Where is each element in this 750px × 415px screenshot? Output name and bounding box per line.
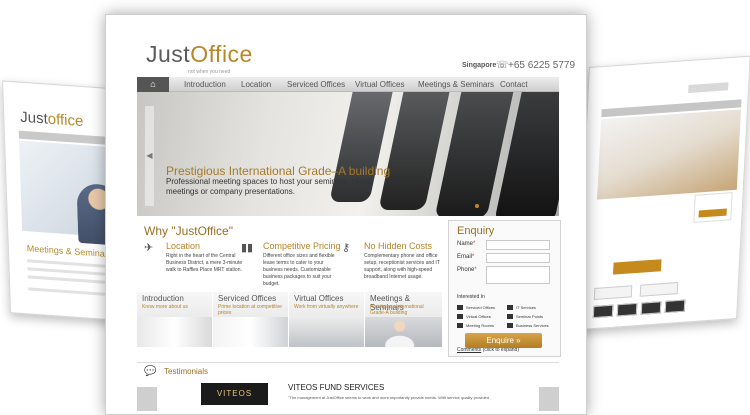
tile-meetings-seminars[interactable]: Meetings & Seminars Prestigious Internat… [365, 292, 443, 347]
email-label: Email* [457, 254, 475, 260]
speech-bubble-icon: 💬 [144, 366, 157, 377]
region-label: Singapore [462, 62, 497, 69]
nav-item-serviced-offices[interactable]: Serviced Offices [287, 77, 345, 92]
nav-item-meetings-seminars[interactable]: Meetings & Seminars [418, 77, 494, 92]
right-preview-box [592, 304, 614, 319]
tile-description: Prestigious International Grade-A buildi… [370, 304, 424, 316]
right-preview-header [688, 82, 729, 94]
client-name: VITEOS FUND SERVICES [288, 383, 385, 392]
name-label: Name* [457, 241, 476, 247]
option-seminar-points[interactable]: Seminar Points [507, 314, 543, 320]
bar-chart-icon: ▮▮ [241, 242, 254, 254]
checkbox-icon[interactable] [507, 314, 513, 320]
tile-image [289, 317, 364, 347]
phone-number[interactable]: +65 6225 5779 [508, 60, 575, 71]
hero-description: Professional meeting spaces to host your… [166, 177, 371, 196]
option-it-services[interactable]: IT Services [507, 305, 536, 311]
right-preview-box [640, 301, 662, 315]
nav-item-virtual-offices[interactable]: Virtual Offices [355, 77, 405, 92]
checkbox-icon[interactable] [457, 314, 463, 320]
tile-title: Serviced Offices [218, 294, 277, 303]
right-preview-hero [596, 109, 741, 200]
nav-item-contact[interactable]: Contact [500, 77, 528, 92]
checkbox-icon[interactable] [507, 305, 513, 311]
right-preview-box [664, 299, 686, 314]
client-logo: VITEOS [201, 383, 268, 405]
left-preview-heading: Meetings & Seminars [26, 243, 113, 260]
option-meeting-rooms[interactable]: Meeting Rooms [457, 323, 494, 329]
phone-label: Phone* [457, 267, 477, 273]
nav-item-location[interactable]: Location [241, 77, 271, 92]
key-icon: ⚷ [342, 242, 351, 254]
option-business-services[interactable]: Business Services [507, 323, 549, 329]
tile-introduction[interactable]: Introduction Know more about us [137, 292, 213, 347]
hero-slide-indicator[interactable] [475, 204, 479, 208]
left-preview-logo: Justoffice [19, 108, 84, 131]
site-tagline: not when you need [188, 69, 231, 75]
enquiry-title: Enquiry [457, 225, 495, 237]
feature-title: Location [166, 241, 201, 251]
tile-title: Introduction [142, 294, 184, 303]
tile-image [365, 317, 442, 347]
testimonial-next-arrow[interactable] [539, 387, 559, 411]
right-preview-box [616, 302, 638, 317]
home-icon[interactable]: ⌂ [137, 77, 169, 92]
right-preview-box [593, 285, 633, 301]
tile-image [137, 317, 212, 347]
right-preview-logo-box [612, 259, 662, 275]
feature-description: Complementary phone and office setup, re… [364, 253, 440, 280]
site-logo[interactable]: JustOffice [146, 41, 253, 68]
option-serviced-offices[interactable]: Serviced Offices [457, 305, 495, 311]
feature-description: Right in the heart of the Central Busine… [166, 253, 243, 273]
main-nav: ⌂ Introduction Location Serviced Offices… [137, 77, 559, 92]
right-preview-box [639, 282, 679, 297]
testimonial-prev-arrow[interactable] [137, 387, 157, 411]
nav-item-introduction[interactable]: Introduction [184, 77, 226, 92]
hero-banner: ◀ Prestigious International Grade–A buil… [137, 92, 559, 216]
checkbox-icon[interactable] [457, 323, 463, 329]
checkbox-icon[interactable] [507, 323, 513, 329]
name-field[interactable] [486, 240, 550, 250]
location-icon: ✈ [144, 242, 154, 254]
why-section-title: Why "JustOffice" [144, 224, 233, 238]
option-virtual-offices[interactable]: Virtual Offices [457, 314, 491, 320]
phone-field[interactable] [486, 266, 550, 284]
right-preview-page [575, 55, 750, 331]
feature-title: No Hidden Costs [364, 241, 433, 251]
feature-description: Different office sizes and flexible leas… [263, 253, 335, 287]
tile-description: Know more about us [142, 304, 188, 310]
enquire-button[interactable]: Enquire » [465, 333, 542, 348]
tile-description: Prime location at competitive prices [218, 304, 282, 316]
hero-title: Prestigious International Grade–A buildi… [166, 164, 391, 178]
email-field[interactable] [486, 253, 550, 263]
divider [137, 362, 559, 363]
main-page: JustOffice not when you need Singapore ☏… [105, 14, 587, 415]
feature-title: Competitive Pricing [263, 241, 341, 251]
interested-label: Interested In [457, 294, 485, 300]
tile-virtual-offices[interactable]: Virtual Offices Work from virtually anyw… [289, 292, 365, 347]
tile-title: Virtual Offices [294, 294, 344, 303]
tile-image [213, 317, 288, 347]
tile-description: Work from virtually anywhere [294, 304, 359, 310]
testimonials-title: Testimonials [164, 367, 209, 376]
right-preview-enquiry [693, 192, 733, 223]
phone-icon: ☏ [496, 60, 509, 71]
testimonial-quote: "The management at JustOffice seems to w… [288, 395, 489, 400]
hero-prev-arrow[interactable]: ◀ [145, 106, 154, 206]
tile-serviced-offices[interactable]: Serviced Offices Prime location at compe… [213, 292, 289, 347]
checkbox-icon[interactable] [457, 305, 463, 311]
